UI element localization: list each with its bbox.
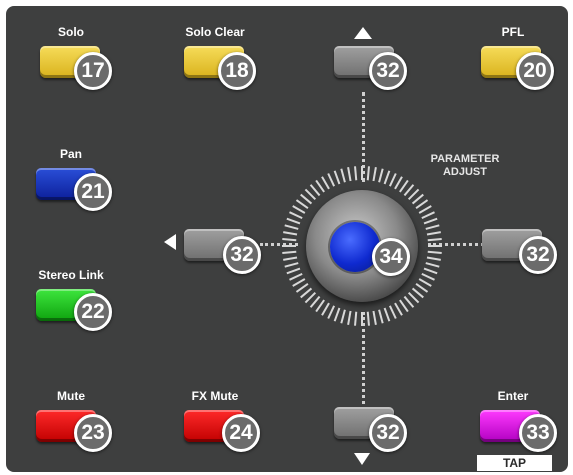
mute-label: Mute [57, 389, 85, 403]
dial-tick [327, 305, 336, 319]
dial-tick [292, 278, 306, 287]
dial-tick [421, 272, 435, 281]
up-number-badge: 32 [369, 52, 407, 90]
stereo-link-number-badge: 22 [74, 293, 112, 331]
dial-tick [427, 250, 442, 254]
dial-tick [426, 256, 441, 261]
pfl-label: PFL [501, 25, 525, 39]
dial-tick [282, 250, 297, 254]
dial-tick [411, 193, 424, 205]
dial-tick [399, 179, 409, 193]
dial-tick [425, 224, 440, 230]
dial-tick [315, 179, 325, 193]
dial-tick [372, 310, 377, 325]
dial-tick [340, 168, 346, 183]
dial-tick [347, 167, 352, 182]
dial-tick [425, 262, 440, 268]
dial-tick [366, 311, 370, 326]
dial-tick [383, 307, 391, 322]
dial-center-cap [330, 222, 380, 272]
solo-clear-label: Solo Clear [185, 25, 245, 39]
dial-tick [388, 173, 397, 187]
dial-tick [289, 272, 303, 281]
dial-tick [309, 184, 321, 197]
dial-tick [394, 302, 403, 316]
dial-tick [354, 311, 358, 326]
dial-tick [418, 205, 432, 214]
dial-tick [283, 231, 298, 236]
down-number-badge: 32 [369, 414, 407, 452]
dial-tick [300, 193, 313, 205]
dial-tick [399, 299, 409, 313]
dial-tick [403, 295, 415, 308]
dial-tick [378, 309, 384, 324]
dial-tick [388, 305, 397, 319]
dial-tick [407, 291, 420, 304]
dial-tick [366, 166, 370, 181]
dial-tick [407, 188, 420, 201]
pan-label: Pan [59, 147, 82, 161]
dial-tick [383, 170, 391, 185]
dial-tick [292, 205, 306, 214]
dial-tick [304, 188, 317, 201]
dial-tick [403, 184, 415, 197]
dial-tick [300, 287, 313, 299]
dial-tick [283, 256, 298, 261]
fx-mute-label: FX Mute [191, 389, 239, 403]
solo-number-badge: 17 [74, 52, 112, 90]
dial-tick [372, 167, 377, 182]
dial-tick [378, 168, 384, 183]
pfl-number-badge: 20 [516, 52, 554, 90]
dial-tick [282, 238, 297, 242]
dial-number-badge: 34 [372, 238, 410, 276]
fx-mute-number-badge: 24 [222, 414, 260, 452]
dial-tick [284, 262, 299, 268]
dial-tick [286, 217, 301, 225]
dial-tick [347, 310, 352, 325]
solo-clear-number-badge: 18 [218, 52, 256, 90]
down-arrow-icon [354, 453, 370, 465]
stereo-link-label: Stereo Link [38, 268, 104, 282]
dial-tick [333, 170, 341, 185]
dial-tick [415, 283, 429, 293]
dial-tick [423, 267, 438, 275]
dial-tick [289, 211, 303, 220]
up-arrow-icon [354, 27, 372, 39]
dial-tick [321, 176, 330, 190]
dial-tick [426, 231, 441, 236]
dial-tick [340, 309, 346, 324]
dial-tick [354, 166, 358, 181]
solo-label: Solo [58, 25, 84, 39]
dial-tick [411, 287, 424, 299]
left-number-badge: 32 [223, 236, 261, 274]
dial-tick [427, 238, 442, 242]
dial-tick [333, 307, 341, 322]
dial-tick [286, 267, 301, 275]
dial-tick [423, 217, 438, 225]
enter-number-badge: 33 [519, 414, 557, 452]
right-number-badge: 32 [519, 236, 557, 274]
dial-tick [295, 199, 309, 209]
dial-tick [309, 295, 321, 308]
enter-label: Enter [497, 389, 529, 403]
dial-tick [304, 291, 317, 304]
dial-tick [321, 302, 330, 316]
tap-label: TAP [477, 455, 552, 471]
dial-tick [284, 224, 299, 230]
pan-number-badge: 21 [74, 173, 112, 211]
left-arrow-icon [164, 234, 176, 250]
dial-tick [394, 176, 403, 190]
dial-tick [418, 278, 432, 287]
dial-tick [421, 211, 435, 220]
dial-tick [415, 199, 429, 209]
dial-tick [315, 299, 325, 313]
dial-tick [295, 283, 309, 293]
mute-number-badge: 23 [74, 414, 112, 452]
dial-tick [327, 173, 336, 187]
